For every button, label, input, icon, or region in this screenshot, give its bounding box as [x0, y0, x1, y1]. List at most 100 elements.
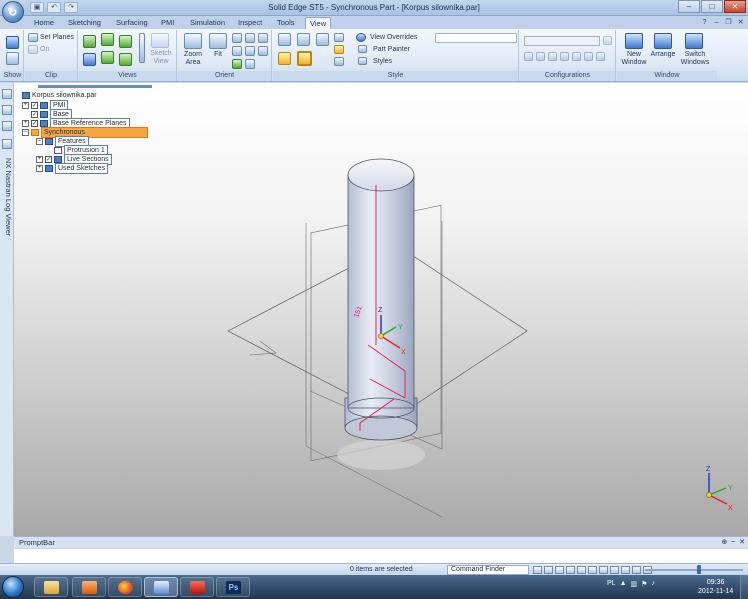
refresh-icon[interactable] — [232, 59, 242, 69]
shaded-edges-icon[interactable] — [316, 33, 329, 46]
view-overrides-button[interactable]: View Overrides — [370, 34, 417, 42]
show-all-icon[interactable] — [6, 52, 19, 65]
wireframe-status-icon[interactable] — [610, 566, 619, 574]
config-icon-1[interactable] — [524, 52, 533, 61]
layers-tab-icon[interactable] — [2, 105, 12, 115]
view-triad[interactable]: Z Y X — [706, 466, 733, 512]
zoom-status-icon[interactable] — [555, 566, 564, 574]
volume-icon[interactable]: ♪ — [651, 580, 655, 588]
show-icon[interactable] — [6, 36, 19, 49]
clip-on-button[interactable]: On — [40, 46, 49, 54]
view-right-icon[interactable] — [119, 35, 132, 48]
view-front-icon[interactable] — [83, 35, 96, 48]
cylinder-top-face[interactable] — [347, 158, 415, 192]
expand-icon[interactable]: + — [36, 164, 43, 172]
tab-surfacing[interactable]: Surfacing — [112, 17, 152, 29]
rotate-icon[interactable] — [258, 33, 268, 43]
view-iso-icon[interactable] — [83, 53, 96, 66]
clock[interactable]: 09:36 2012-11-14 — [698, 578, 733, 596]
collapse-icon[interactable]: – — [36, 137, 43, 145]
minimize-icon[interactable]: – — [731, 538, 735, 546]
view-style-icon[interactable] — [334, 57, 344, 66]
expand-icon[interactable]: + — [22, 101, 29, 109]
tree-item-synchronous[interactable]: – Synchronous — [22, 127, 148, 138]
config-icon-6[interactable] — [584, 52, 593, 61]
save-configuration-icon[interactable] — [603, 36, 612, 45]
restore-icon[interactable]: ❐ — [724, 18, 733, 27]
config-icon-4[interactable] — [560, 52, 569, 61]
tray-expand-icon[interactable]: ▲ — [620, 580, 627, 588]
pan-status-icon[interactable] — [577, 566, 586, 574]
minimize-button[interactable]: – — [678, 0, 700, 13]
shadow-icon[interactable] — [334, 33, 344, 42]
tab-tools[interactable]: Tools — [273, 17, 299, 29]
minimize-ribbon-icon[interactable]: – — [712, 18, 721, 27]
cylinder-body[interactable] — [347, 174, 415, 409]
pathfinder-tab-icon[interactable] — [2, 89, 12, 99]
zoom-slider-thumb[interactable] — [697, 565, 701, 574]
zoom-area-button[interactable]: Zoom Area — [181, 51, 205, 67]
tree-root[interactable]: Korpus silownika.par — [22, 91, 97, 100]
fit-status-icon[interactable] — [566, 566, 575, 574]
tab-sketching[interactable]: Sketching — [64, 17, 105, 29]
command-finder-input[interactable]: Command Finder — [447, 565, 529, 575]
pan-icon[interactable] — [245, 33, 255, 43]
application-button[interactable]: ↻ — [2, 1, 24, 23]
tree-item-base[interactable]: ✓ Base — [31, 109, 72, 120]
configuration-dropdown[interactable] — [524, 36, 600, 46]
tab-inspect[interactable]: Inspect — [234, 17, 266, 29]
checkbox-base[interactable]: ✓ — [31, 110, 38, 118]
tree-item-pmi[interactable]: + ✓ PMI — [22, 100, 69, 111]
pin-icon[interactable]: ⊕ — [721, 538, 727, 546]
checkbox-pmi[interactable]: ✓ — [31, 101, 38, 109]
tree-item-live-sections[interactable]: + ✓ Live Sections — [36, 154, 112, 165]
part-painter-button[interactable]: Part Painter — [373, 46, 410, 54]
language-indicator[interactable]: PL — [607, 580, 616, 588]
close-icon[interactable]: ✕ — [739, 538, 745, 546]
close-doc-icon[interactable]: ✕ — [736, 18, 745, 27]
tree-item-features[interactable]: – Features — [36, 136, 89, 147]
wireframe-icon[interactable] — [278, 33, 291, 46]
spin-about-icon[interactable] — [232, 46, 242, 56]
sensors-tab-icon[interactable] — [2, 121, 12, 131]
taskbar-solid-edge[interactable] — [144, 577, 178, 597]
tree-item-used-sketches[interactable]: + Used Sketches — [36, 163, 109, 174]
tab-view[interactable]: View — [305, 17, 332, 29]
orient-status-icon[interactable] — [632, 566, 641, 574]
config-icon-5[interactable] — [572, 52, 581, 61]
views-gallery-scroll[interactable] — [139, 33, 145, 63]
expand-icon[interactable]: + — [36, 155, 43, 163]
tab-pmi[interactable]: PMI — [157, 17, 178, 29]
view-style-dropdown[interactable] — [435, 33, 517, 43]
collapse-icon[interactable]: – — [22, 128, 29, 136]
switch-windows-button[interactable]: Switch Windows — [677, 51, 713, 67]
config-icon-2[interactable] — [536, 52, 545, 61]
view-bottom-icon[interactable] — [101, 51, 114, 64]
tree-item-protrusion[interactable]: Protrusion 1 — [54, 145, 108, 156]
visible-hidden-edges-icon[interactable] — [297, 33, 310, 46]
network-icon[interactable]: ▥ — [631, 580, 638, 588]
checkbox-live-sections[interactable]: ✓ — [45, 155, 52, 163]
help-icon[interactable]: ? — [700, 18, 709, 27]
graphics-viewport[interactable]: 151 Z Y X Z Y X Korpus silownika.par + ✓… — [14, 83, 748, 536]
tab-simulation[interactable]: Simulation — [186, 17, 229, 29]
styles-button[interactable]: Styles — [373, 58, 392, 66]
start-button[interactable] — [2, 576, 24, 598]
sketch-orient-icon[interactable] — [245, 59, 255, 69]
flag-icon[interactable]: ⚑ — [641, 580, 647, 588]
taskbar-acrobat[interactable] — [180, 577, 214, 597]
model-scene[interactable]: 151 Z Y X Z Y X — [14, 83, 748, 536]
shaded-visible-edges-icon[interactable] — [297, 51, 312, 66]
look-at-face-icon[interactable] — [245, 46, 255, 56]
taskbar-firefox[interactable] — [108, 577, 142, 597]
taskbar-media-player[interactable] — [72, 577, 106, 597]
new-window-button[interactable]: New Window — [618, 51, 650, 67]
log-viewer-tab[interactable]: NX Nastran Log Viewer — [1, 158, 13, 318]
shaded-icon[interactable] — [278, 52, 291, 65]
zoom-slider[interactable] — [645, 569, 743, 571]
config-icon-7[interactable] — [596, 52, 605, 61]
sketch-view-button[interactable]: Sketch View — [149, 50, 173, 66]
close-button[interactable]: ✕ — [724, 0, 746, 13]
arrange-button[interactable]: Arrange — [648, 51, 678, 59]
shaded-status-icon[interactable] — [599, 566, 608, 574]
